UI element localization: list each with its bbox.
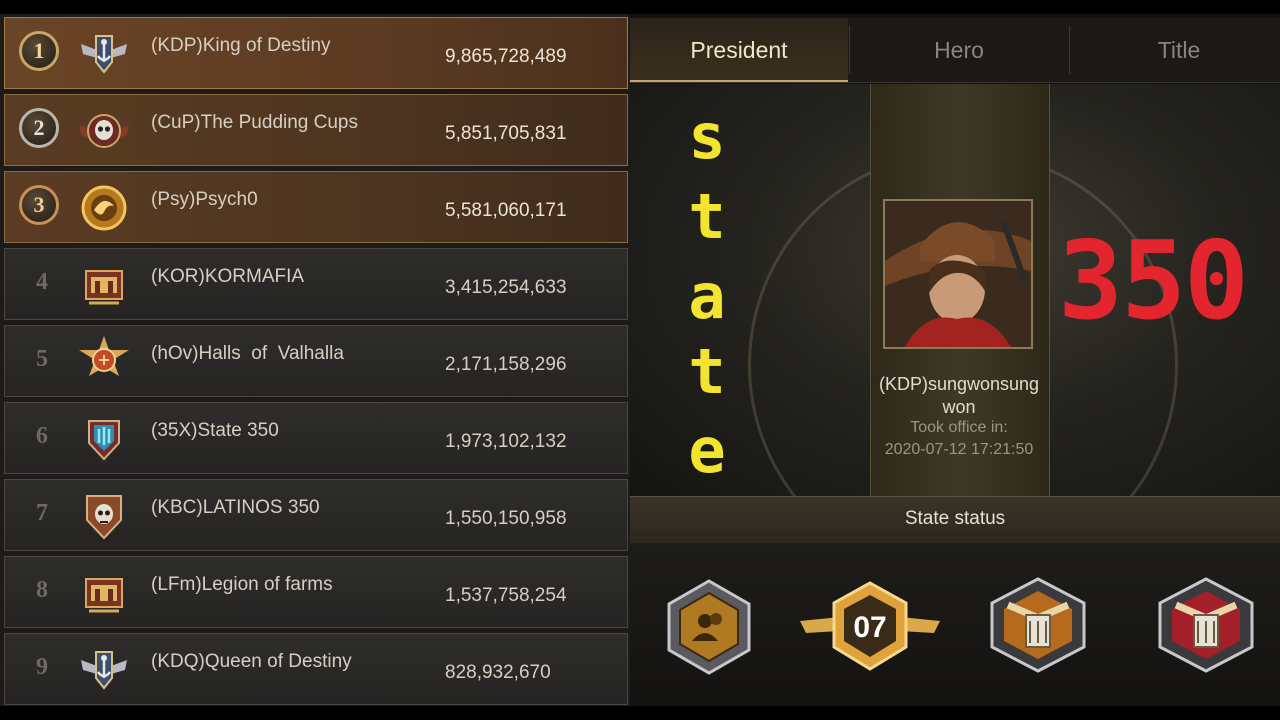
rank-number: 7 [36, 500, 48, 526]
star-shield-emblem-icon [79, 336, 129, 376]
rank-number: 3 [33, 192, 45, 217]
took-office-label: Took office in: [910, 419, 1008, 436]
rank-medal-bronze: 3 [19, 185, 59, 225]
president-avatar[interactable] [883, 199, 1033, 349]
winged-anchor-emblem-icon [81, 651, 127, 690]
ranking-row-8[interactable]: 8 (LFm)Legion of farms 1,537,758,254 [4, 556, 628, 628]
state-status-badges: 07 [630, 543, 1280, 706]
top-black-bar [0, 0, 1280, 14]
gold-dragon-emblem-icon [81, 185, 127, 231]
alliance-name: (LFm)Legion of farms [151, 574, 333, 595]
skull-wings-emblem-icon [79, 114, 129, 148]
alliance-name: (35X)State 350 [151, 420, 279, 441]
alliance-name: (CuP)The Pudding Cups [151, 112, 358, 133]
overlay-letter-t: t [688, 180, 726, 253]
bottom-black-bar [0, 706, 1280, 720]
alliance-name: (KDQ)Queen of Destiny [151, 651, 352, 672]
rank-number: 4 [36, 269, 48, 295]
alliance-name: (hOv)Halls of Valhalla [151, 343, 344, 364]
fortress-emblem-icon [85, 270, 123, 305]
alliance-name: (Psy)Psych0 [151, 189, 258, 210]
rank-number: 6 [36, 423, 48, 449]
alliance-name: (KDP)King of Destiny [151, 35, 331, 56]
alliance-score: 3,415,254,633 [445, 277, 567, 298]
state-status-header: State status [630, 496, 1280, 544]
level-badge-icon[interactable]: 07 [800, 577, 940, 677]
cowboy-portrait-icon [885, 201, 1031, 347]
overlay-letter-e: e [688, 414, 726, 487]
crossed-pistols-red-icon[interactable] [1154, 575, 1258, 675]
ranking-row-1[interactable]: 1 (KDP)King of Destiny 9,865,728,489 [4, 17, 628, 89]
alliance-score: 9,865,728,489 [445, 46, 567, 67]
alliance-name: (KOR)KORMAFIA [151, 266, 305, 287]
alliance-score: 5,851,705,831 [445, 123, 567, 144]
rank-number: 9 [36, 654, 48, 680]
fortress-emblem-icon [85, 578, 123, 613]
ranking-row-3[interactable]: 3 (Psy)Psych0 5,581,060,171 [4, 171, 628, 243]
overlay-letter-s: s [688, 100, 726, 173]
alliance-score: 1,973,102,132 [445, 431, 567, 452]
panel-tabs: President Hero Title [630, 18, 1280, 83]
took-office-time: 2020-07-12 17:21:50 [884, 441, 1034, 458]
rank-number: 5 [36, 346, 48, 372]
alliance-score: 5,581,060,171 [445, 200, 567, 221]
tab-title[interactable]: Title [1070, 18, 1280, 82]
ranking-row-7[interactable]: 7 (KBC)LATINOS 350 1,550,150,958 [4, 479, 628, 551]
alliance-name: (KBC)LATINOS 350 [151, 497, 320, 518]
blue-shield-emblem-icon [88, 420, 120, 461]
rank-number: 8 [36, 577, 48, 603]
alliance-score: 828,932,670 [445, 662, 551, 683]
president-name: (KDP)sungwonsung won [862, 373, 1056, 419]
rank-number: 1 [33, 38, 45, 63]
alliance-score: 1,537,758,254 [445, 585, 567, 606]
ranking-row-5[interactable]: 5 (hOv)Halls of Valhalla 2,171,158,296 [4, 325, 628, 397]
alliance-score: 2,171,158,296 [445, 354, 567, 375]
state-ranking-list[interactable]: 1 (KDP)King of Destiny 9,865,728,489 2 (… [0, 14, 630, 706]
crossed-pistols-icon[interactable] [986, 575, 1090, 675]
overlay-letter-t: t [688, 335, 726, 408]
tab-president[interactable]: President [630, 18, 848, 82]
tab-hero[interactable]: Hero [850, 18, 1068, 82]
ranking-row-6[interactable]: 6 (35X)State 350 1,973,102,132 [4, 402, 628, 474]
alliance-score: 1,550,150,958 [445, 508, 567, 529]
ranking-row-9[interactable]: 9 (KDQ)Queen of Destiny 828,932,670 [4, 633, 628, 705]
rank-medal-silver: 2 [19, 108, 59, 148]
president-name-line-2: won [942, 397, 976, 417]
rank-medal-gold: 1 [19, 31, 59, 71]
overlay-letter-a: a [688, 260, 726, 333]
president-hexagon-icon[interactable] [666, 579, 752, 675]
president-name-line-1: (KDP)sungwonsung [878, 374, 1040, 394]
ranking-row-2[interactable]: 2 (CuP)The Pudding Cups 5,851,705,831 [4, 94, 628, 166]
rank-number: 2 [33, 115, 45, 140]
ranking-row-4[interactable]: 4 (KOR)KORMAFIA 3,415,254,633 [4, 248, 628, 320]
skull-shield-emblem-icon [86, 495, 122, 540]
level-badge-text: 07 [853, 611, 886, 644]
winged-anchor-emblem-icon [81, 35, 127, 74]
overlay-state-number: 350 [1058, 219, 1249, 344]
